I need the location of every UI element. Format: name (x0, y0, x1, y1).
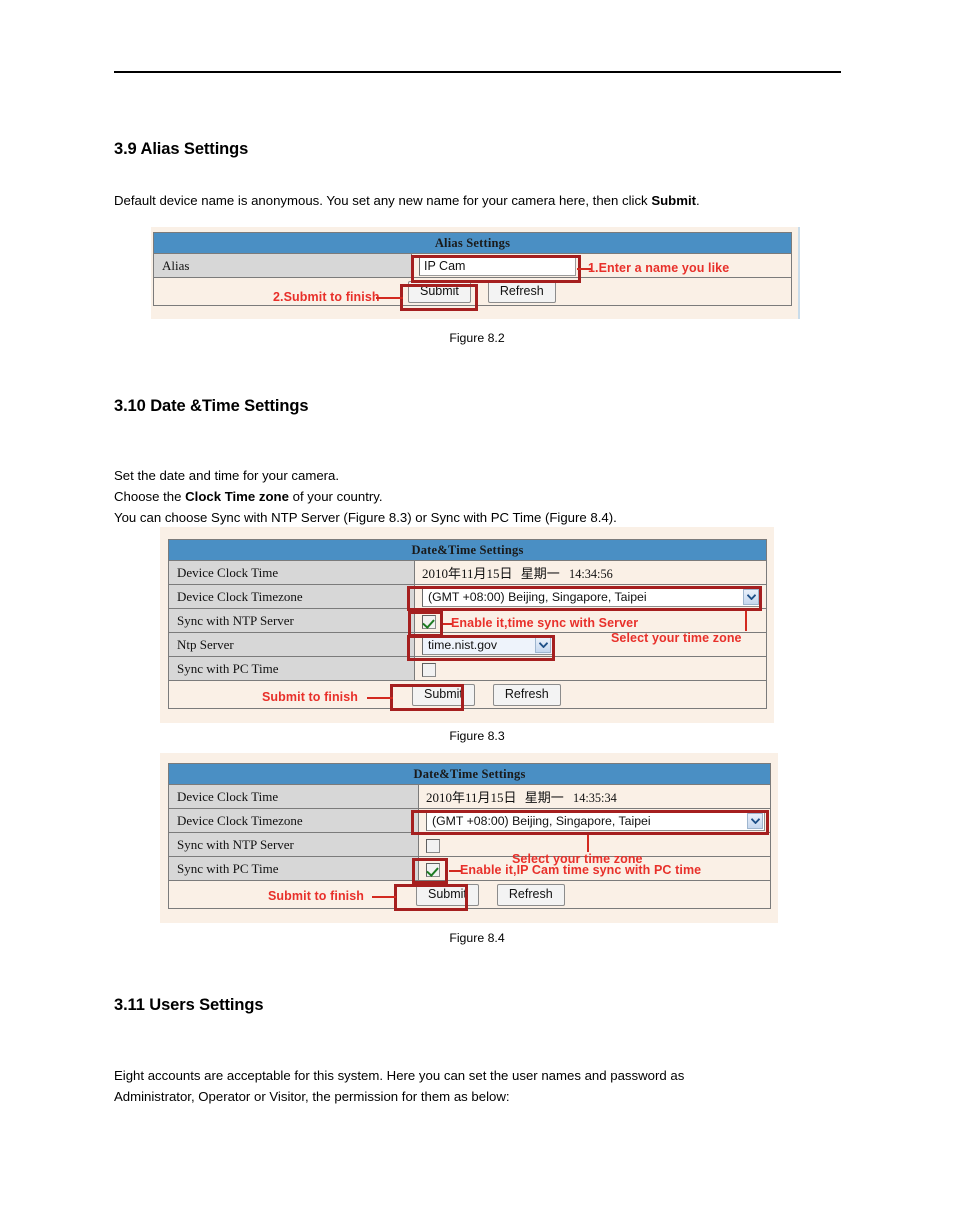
paragraph-datetime-line1: Set the date and time for your camera. (114, 468, 340, 483)
datetime-pc-button-row: Submit Refresh (167, 880, 772, 909)
table-row: Submit Refresh (167, 680, 768, 709)
datetime-ntp-submit-button[interactable]: Submit (412, 683, 475, 706)
alias-submit-button[interactable]: Submit (408, 280, 471, 303)
annotation-submit-finish: Submit to finish (262, 690, 359, 704)
paragraph-users-line2: Administrator, Operator or Visitor, the … (114, 1089, 510, 1104)
datetime-pc-screenshot: Date&Time Settings Device Clock Time 201… (160, 753, 778, 923)
row-value-device-clock-time: 2010年11月15日 星期一 14:35:34 (417, 784, 772, 809)
paragraph-datetime-line3: You can choose Sync with NTP Server (Fig… (114, 510, 617, 525)
datetime-ntp-table-title: Date&Time Settings (167, 539, 768, 561)
device-clock-time-weekday: 星期一 (520, 566, 560, 581)
paragraph-alias-prefix: Default device name is anonymous. You se… (114, 193, 652, 208)
timezone-callout-line (587, 835, 589, 852)
paragraph-datetime-line2: Choose the Clock Time zone of your count… (114, 486, 874, 507)
ntp-server-select[interactable]: time.nist.gov (422, 634, 553, 655)
paragraph-datetime-line2-suffix: of your country. (288, 489, 383, 504)
timezone-callout-line (745, 611, 747, 631)
chevron-down-icon[interactable] (743, 588, 759, 605)
annotation-select-timezone: Select your time zone (611, 631, 742, 645)
alias-annotation-enter-name: 1.Enter a name you like (588, 261, 730, 275)
alias-row-label: Alias (153, 253, 412, 278)
datetime-ntp-screenshot: Date&Time Settings Device Clock Time 201… (160, 527, 774, 723)
table-row: Device Clock Time 2010年11月15日 星期一 14:35:… (168, 784, 772, 809)
chevron-down-icon[interactable] (535, 636, 551, 653)
datetime-ntp-button-row: Submit Refresh (167, 680, 768, 709)
sync-with-ntp-checkbox[interactable] (426, 838, 440, 853)
row-value-device-clock-timezone: (GMT +08:00) Beijing, Singapore, Taipei (417, 808, 772, 833)
row-label-sync-pc: Sync with PC Time (168, 656, 415, 681)
row-label-sync-ntp: Sync with NTP Server (168, 608, 415, 633)
table-row: Sync with NTP Server (168, 832, 772, 857)
table-row: Submit Refresh (167, 880, 772, 909)
row-label-device-clock-timezone: Device Clock Timezone (168, 808, 419, 833)
heading-users-settings: 3.11 Users Settings (114, 996, 264, 1014)
sync-with-pc-checkbox[interactable] (426, 862, 440, 877)
row-label-device-clock-timezone: Device Clock Timezone (168, 584, 415, 609)
paragraph-alias-suffix: . (696, 193, 700, 208)
paragraph-datetime-line2-prefix: Choose the (114, 489, 186, 504)
heading-alias-settings: 3.9 Alias Settings (114, 140, 249, 158)
row-value-sync-pc (413, 656, 768, 681)
device-clock-time-date: 2010年11月15日 (426, 790, 517, 805)
chevron-down-icon[interactable] (747, 812, 763, 829)
table-row: Device Clock Timezone (GMT +08:00) Beiji… (168, 584, 768, 609)
sync-with-pc-checkbox[interactable] (422, 662, 436, 677)
sync-with-ntp-checkbox[interactable] (422, 614, 436, 629)
alias-button-row: Submit Refresh (152, 277, 793, 306)
alias-refresh-button[interactable]: Refresh (487, 280, 556, 303)
table-row: Date&Time Settings (167, 763, 772, 785)
page-header-rule (114, 71, 841, 73)
paragraph-datetime-line2-bold: Clock Time zone (185, 489, 289, 504)
alias-input[interactable]: IP Cam (419, 255, 576, 276)
ntp-server-select-value: time.nist.gov (428, 637, 498, 652)
figure-caption-8-4: Figure 8.4 (449, 931, 505, 945)
datetime-ntp-refresh-button[interactable]: Refresh (492, 683, 561, 706)
heading-date-time-settings: 3.10 Date &Time Settings (114, 397, 309, 415)
row-label-sync-pc: Sync with PC Time (168, 856, 419, 881)
device-clock-time-time: 14:35:34 (573, 791, 617, 805)
datetime-pc-refresh-button[interactable]: Refresh (496, 883, 565, 906)
alias-table-title: Alias Settings (152, 232, 793, 254)
device-clock-time-date: 2010年11月15日 (422, 566, 513, 581)
table-row: Device Clock Timezone (GMT +08:00) Beiji… (168, 808, 772, 833)
figure-caption-8-2: Figure 8.2 (449, 331, 505, 345)
row-value-device-clock-timezone: (GMT +08:00) Beijing, Singapore, Taipei (413, 584, 768, 609)
table-row: Sync with PC Time (168, 656, 768, 681)
annotation-enable-ntp: Enable it,time sync with Server (451, 616, 639, 630)
figure-caption-8-3: Figure 8.3 (449, 729, 505, 743)
timezone-select-value: (GMT +08:00) Beijing, Singapore, Taipei (432, 813, 651, 828)
timezone-select-value: (GMT +08:00) Beijing, Singapore, Taipei (428, 589, 647, 604)
row-label-ntp-server: Ntp Server (168, 632, 415, 657)
paragraph-alias-intro: Default device name is anonymous. You se… (114, 190, 854, 211)
annotation-submit-finish: Submit to finish (268, 889, 365, 903)
row-label-device-clock-time: Device Clock Time (168, 784, 419, 809)
row-label-device-clock-time: Device Clock Time (168, 560, 415, 585)
submit-callout-line (367, 697, 393, 699)
alias-annotation-submit-finish: 2.Submit to finish (273, 290, 380, 304)
timezone-select[interactable]: (GMT +08:00) Beijing, Singapore, Taipei (422, 586, 761, 607)
table-row: Submit Refresh (152, 277, 793, 306)
alias-settings-screenshot: Alias Settings Alias IP Cam Submit Refre… (151, 227, 800, 319)
row-label-sync-ntp: Sync with NTP Server (168, 832, 419, 857)
table-row: Date&Time Settings (167, 539, 768, 561)
paragraph-users-intro: Eight accounts are acceptable for this s… (114, 1065, 874, 1107)
timezone-select[interactable]: (GMT +08:00) Beijing, Singapore, Taipei (426, 810, 765, 831)
table-row: Device Clock Time 2010年11月15日 星期一 14:34:… (168, 560, 768, 585)
paragraph-datetime-intro: Set the date and time for your camera. C… (114, 465, 874, 528)
datetime-pc-table: Date&Time Settings Device Clock Time 201… (167, 763, 772, 909)
paragraph-users-line1: Eight accounts are acceptable for this s… (114, 1068, 685, 1083)
submit-callout-line (372, 896, 396, 898)
table-row: Alias Settings (152, 232, 793, 254)
datetime-pc-table-title: Date&Time Settings (167, 763, 772, 785)
document-page: 3.9 Alias Settings Default device name i… (0, 0, 954, 1211)
paragraph-alias-bold: Submit (651, 193, 697, 208)
device-clock-time-weekday: 星期一 (524, 790, 564, 805)
device-clock-time-time: 14:34:56 (569, 567, 613, 581)
row-value-device-clock-time: 2010年11月15日 星期一 14:34:56 (413, 560, 768, 585)
datetime-pc-submit-button[interactable]: Submit (416, 883, 479, 906)
annotation-enable-pc: Enable it,IP Cam time sync with PC time (460, 863, 702, 877)
alias-callout-line-2 (376, 297, 403, 299)
